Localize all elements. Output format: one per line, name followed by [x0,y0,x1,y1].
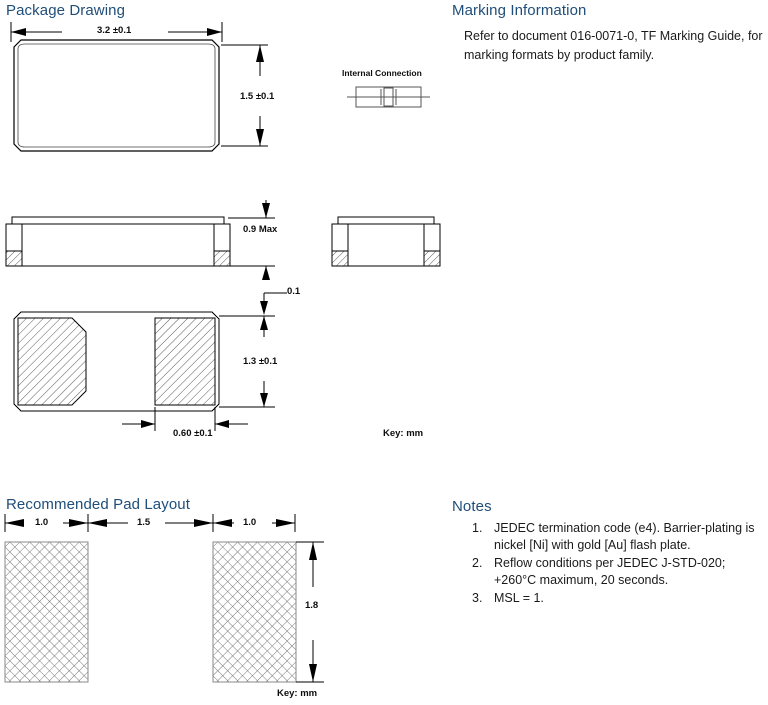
package-front-view [0,195,300,280]
dim-arrow [11,28,26,36]
package-drawing-title: Package Drawing [6,2,126,19]
dim-arrow [260,393,268,407]
dim-arrow [215,420,229,428]
recommended-pad-layout-title: Recommended Pad Layout [6,496,190,513]
dim-arrow [88,519,107,527]
dim-arrow [262,266,270,280]
dim-arrow [309,542,317,560]
bottom-view-standoff-dimension: 0.1 [287,286,301,297]
dim-arrow [213,519,232,527]
notes-list: JEDEC termination code (e4). Barrier-pla… [464,520,756,608]
dim-arrow [207,28,222,36]
internal-connection-label: Internal Connection [342,68,422,78]
front-view-height-dimension: 0.9 Max [243,224,278,235]
pad-layout-left-dimension: 1.0 [35,517,49,528]
note-item: MSL = 1. [472,590,544,607]
dim-arrow [260,301,268,315]
top-view-width-dimension: 3.2 ±0.1 [97,25,132,36]
top-view-height-dimension: 1.5 ±0.1 [240,91,275,102]
notes-title: Notes [452,498,492,515]
note-item: JEDEC termination code (e4). Barrier-pla… [472,520,755,552]
bottom-view-height-dimension: 1.3 ±0.1 [243,356,278,367]
dim-arrow [260,316,268,330]
dim-arrow [262,203,270,218]
dim-arrow [69,519,88,527]
dim-arrow [5,519,24,527]
marking-information-title: Marking Information [452,2,587,19]
package-drawing-key: Key: mm [383,428,424,439]
dim-arrow [141,420,155,428]
marking-information-paragraph: Refer to document 016-0071-0, TF Marking… [464,29,763,62]
note-item: Reflow conditions per JEDEC J-STD-020; +… [472,555,726,587]
pad-left [4,541,89,683]
pad-right [212,541,297,683]
internal-connection-symbol [345,80,435,114]
dim-arrow [276,519,295,527]
pad-layout-height-dimension: 1.8 [305,600,319,611]
dim-arrow [256,45,264,62]
dim-arrow [256,129,264,146]
package-side-view [322,195,452,280]
pad-layout-right-dimension: 1.0 [243,517,257,528]
pad-layout-drawing [0,512,340,697]
dim-arrow [309,664,317,682]
bottom-view-pad-width-dimension: 0.60 ±0.1 [173,428,213,439]
pad-layout-key: Key: mm [277,688,318,699]
dim-arrow [194,519,213,527]
pad-layout-center-dimension: 1.5 [137,517,151,528]
